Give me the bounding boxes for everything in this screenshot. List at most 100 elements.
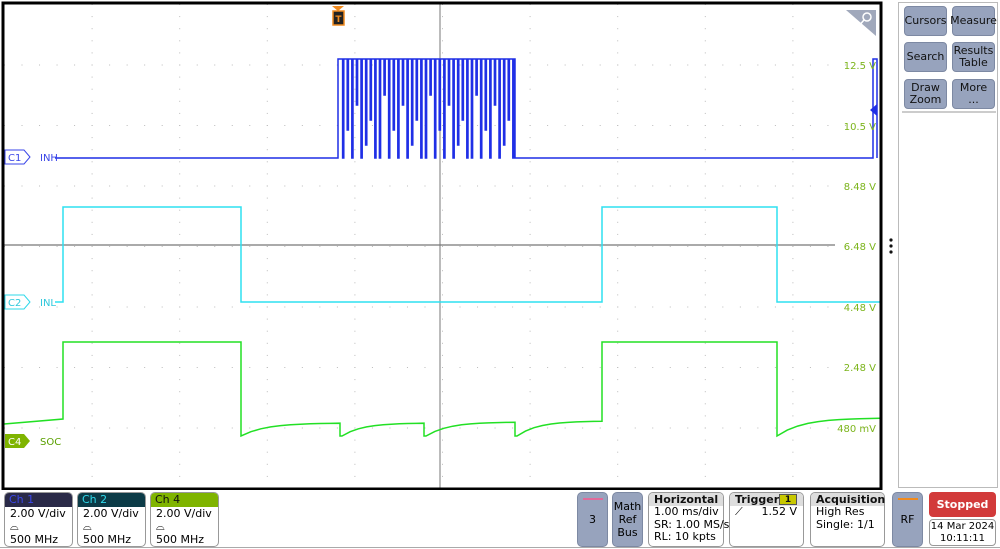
more-options-icon[interactable] <box>889 238 893 254</box>
grid-dot <box>91 246 93 247</box>
grid-dot <box>792 161 794 163</box>
grid-dot <box>704 318 706 320</box>
grid-dot <box>179 330 181 332</box>
more-button[interactable]: More ... <box>952 79 995 109</box>
grid-dot <box>91 367 93 368</box>
grid-dot <box>827 125 829 126</box>
rf-color-bar <box>898 498 918 500</box>
grid-dot <box>179 318 181 320</box>
math-ref-bus-button[interactable]: Math Ref Bus <box>612 492 643 547</box>
grid-dot <box>354 233 356 235</box>
grid-dot <box>617 221 619 223</box>
grid-dot <box>512 367 514 368</box>
grid-dot <box>284 246 286 247</box>
grid-dot <box>792 318 794 320</box>
search-button[interactable]: Search <box>904 42 947 72</box>
grid-dot <box>336 427 338 429</box>
measure-button[interactable]: Measure <box>950 6 997 36</box>
grid-dot <box>354 367 356 368</box>
grid-dot <box>91 185 93 187</box>
grid-dot <box>617 209 619 211</box>
grid-dot <box>91 306 93 308</box>
grid-dot <box>529 294 531 296</box>
grid-dot <box>634 125 636 126</box>
grid-dot <box>354 439 356 441</box>
grid-dot <box>266 185 268 187</box>
ch2-tag: C2 <box>8 298 21 309</box>
grid-dot <box>792 451 794 453</box>
grid-dot <box>91 76 93 78</box>
grid-dot <box>126 306 128 308</box>
grid-dot <box>459 367 461 368</box>
grid-dot <box>792 76 794 78</box>
grid-dot <box>617 16 619 18</box>
grid-dot <box>126 246 128 247</box>
grid-dot <box>617 330 619 332</box>
grid-dot <box>652 367 654 368</box>
grid-dot <box>442 112 443 114</box>
grid-dot <box>74 427 76 429</box>
grid-dot <box>704 415 706 417</box>
grid-dot <box>196 306 198 308</box>
grid-dot <box>301 64 303 66</box>
run-stop-button[interactable]: Stopped <box>929 492 996 517</box>
grid-dot <box>617 367 619 368</box>
grid-dot <box>669 306 671 308</box>
grid-dot <box>371 306 373 308</box>
grid-dot <box>179 100 181 102</box>
waveform-display[interactable]: 12.5 V 10.5 V 8.48 V 6.48 V 4.48 V 2.48 … <box>0 0 1000 490</box>
results-table-button[interactable]: Results Table <box>952 42 995 72</box>
grid-dot <box>442 16 443 18</box>
grid-dot <box>827 427 829 429</box>
acquisition-badge[interactable]: Acquisition High Res Single: 1/1 <box>810 492 885 547</box>
grid-dot <box>757 246 759 247</box>
horizontal-badge[interactable]: Horizontal 1.00 ms/div SR: 1.00 MS/s RL:… <box>648 492 729 547</box>
grid-dot <box>249 427 251 429</box>
grid-dot <box>266 318 268 320</box>
grid-dot <box>792 415 794 417</box>
side-panel <box>898 2 998 488</box>
grid-dot <box>494 367 496 368</box>
ch2-badge[interactable]: Ch 2 2.00 V/div ⌓ 500 MHz <box>77 492 146 547</box>
grid-dot <box>704 475 706 477</box>
grid-dot <box>266 463 268 465</box>
cursors-button[interactable]: Cursors <box>904 6 947 36</box>
grid-dot <box>266 209 268 211</box>
ch1-badge-title: Ch 1 <box>5 493 72 507</box>
grid-dot <box>179 125 181 126</box>
grid-dot <box>564 427 566 429</box>
grid-dot <box>722 125 724 126</box>
grid-dot <box>266 475 268 477</box>
grid-dot <box>529 28 531 30</box>
trigger-badge[interactable]: Trigger 1 ⟋ 1.52 V <box>729 492 804 547</box>
grid-dot <box>266 342 268 344</box>
grid-dot <box>354 306 356 308</box>
grid-dot <box>704 282 706 284</box>
grid-dot <box>687 367 689 368</box>
grid-dot <box>599 64 601 66</box>
trigger-source: 1 <box>779 494 797 505</box>
grid-dot <box>512 185 514 187</box>
grid-dot <box>529 16 531 18</box>
grid-dot <box>529 306 531 308</box>
grid-dot <box>442 40 443 42</box>
grid-dot <box>617 354 619 356</box>
grid-dot <box>266 354 268 356</box>
ch3-button[interactable]: 3 <box>577 492 608 547</box>
grid-dot <box>354 28 356 30</box>
draw-zoom-button[interactable]: Draw Zoom <box>904 79 947 109</box>
grid-dot <box>354 76 356 78</box>
grid-dot <box>231 185 233 187</box>
rf-button[interactable]: RF <box>892 492 923 547</box>
grid-dot <box>442 137 443 139</box>
grid-dot <box>74 64 76 66</box>
grid-dot <box>792 342 794 344</box>
ch1-badge[interactable]: Ch 1 2.00 V/div ⌓ 500 MHz <box>4 492 73 547</box>
date-time-display[interactable]: 14 Mar 2024 10:11:11 <box>929 519 996 546</box>
grid-dot <box>74 367 76 368</box>
grid-dot <box>792 246 794 247</box>
ch4-badge[interactable]: Ch 4 2.00 V/div ⌓ 500 MHz <box>150 492 219 547</box>
grid-dot <box>442 185 443 187</box>
grid-dot <box>389 246 391 247</box>
grid-dot <box>792 367 794 368</box>
